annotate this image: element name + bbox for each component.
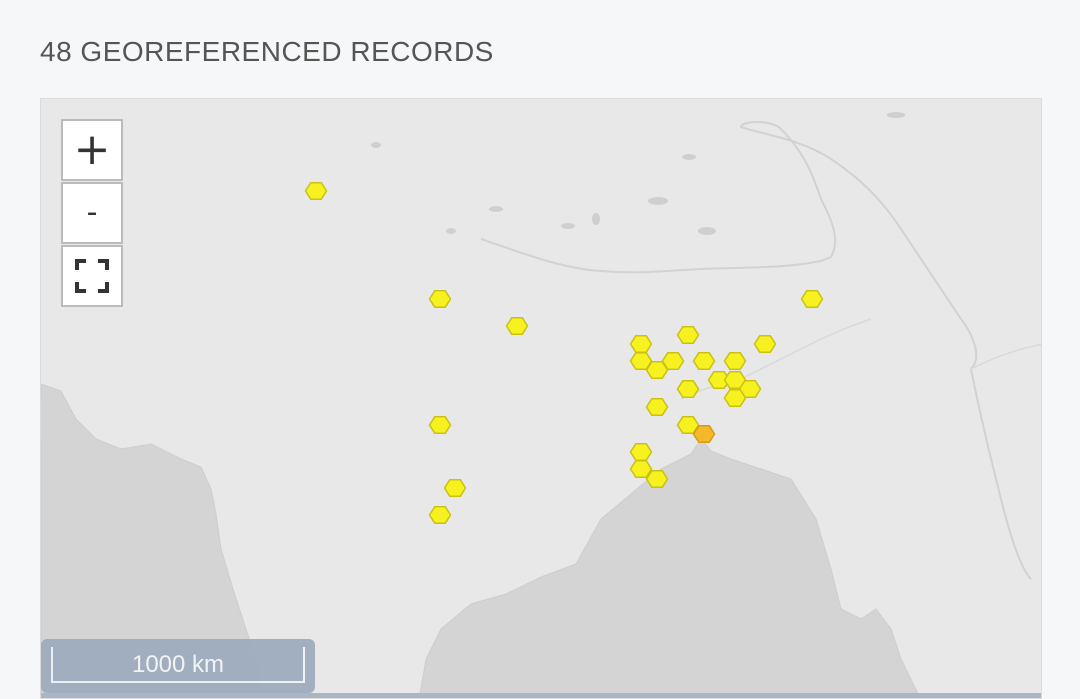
- hexbin-marker[interactable]: [645, 470, 669, 488]
- hexbin-marker[interactable]: [676, 380, 700, 398]
- lake: [446, 228, 456, 234]
- fullscreen-icon: [75, 259, 109, 293]
- lake: [887, 112, 905, 118]
- hexbin-marker[interactable]: [645, 398, 669, 416]
- zoom-out-button[interactable]: -: [61, 182, 123, 244]
- hexbin-marker[interactable]: [723, 389, 747, 407]
- hexbin-marker[interactable]: [676, 326, 700, 344]
- zoom-out-label: -: [86, 195, 98, 230]
- lake: [648, 197, 668, 205]
- hexbin-marker[interactable]: [629, 443, 653, 461]
- hexbin-marker[interactable]: [692, 352, 716, 370]
- zoom-in-label: +: [73, 124, 111, 175]
- hexbin-marker[interactable]: [723, 352, 747, 370]
- lake: [682, 154, 696, 160]
- hexbin-marker[interactable]: [304, 182, 328, 200]
- hexbin-marker[interactable]: [692, 425, 716, 443]
- hexbin-marker[interactable]: [629, 335, 653, 353]
- boundary-line-4: [970, 343, 1041, 370]
- hexbin-marker[interactable]: [428, 506, 452, 524]
- hexbin-marker[interactable]: [443, 479, 467, 497]
- lake: [698, 227, 716, 235]
- lake: [489, 206, 503, 212]
- page-title: 48 GEOREFERENCED RECORDS: [40, 36, 494, 67]
- hexbin-marker[interactable]: [428, 290, 452, 308]
- lake: [371, 142, 381, 148]
- fullscreen-button[interactable]: [61, 245, 123, 307]
- zoom-in-button[interactable]: +: [61, 119, 123, 181]
- hexbin-marker[interactable]: [428, 416, 452, 434]
- map-bottom-bar: [41, 693, 1041, 698]
- boundary-line: [480, 238, 832, 274]
- land-indochina: [418, 438, 921, 698]
- scale-label: 1000 km: [51, 647, 305, 683]
- hexbin-marker[interactable]: [753, 335, 777, 353]
- hexbin-marker[interactable]: [629, 460, 653, 478]
- scale-bar: 1000 km: [41, 639, 315, 693]
- hexbin-marker[interactable]: [661, 352, 685, 370]
- basemap[interactable]: [41, 99, 1042, 699]
- lake: [592, 213, 600, 225]
- map-container[interactable]: + - 1000 km: [40, 98, 1042, 699]
- hexbin-marker[interactable]: [800, 290, 824, 308]
- lake: [561, 223, 575, 229]
- hexbin-marker[interactable]: [505, 317, 529, 335]
